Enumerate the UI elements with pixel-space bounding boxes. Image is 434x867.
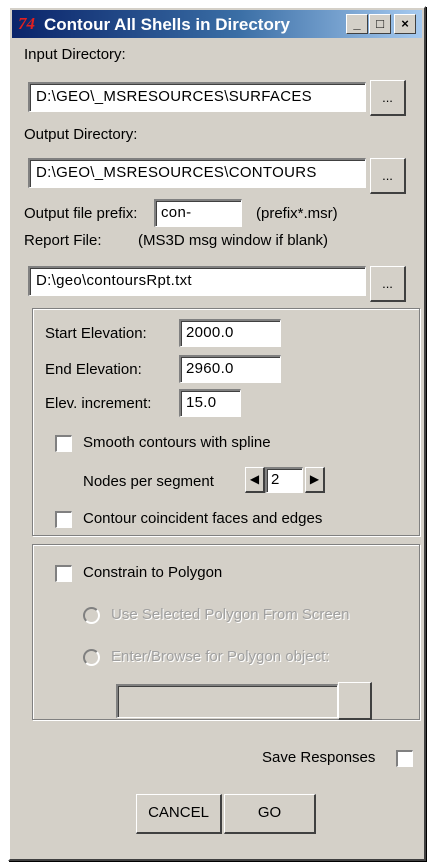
end-elevation-label: End Elevation: [45,361,142,378]
use-selected-polygon-label: Use Selected Polygon From Screen [111,606,350,623]
elevation-increment-field[interactable]: 15.0 [179,389,241,417]
coincident-faces-label: Contour coincident faces and edges [83,510,323,527]
browse-polygon-label: Enter/Browse for Polygon object: [111,648,330,665]
report-file-field[interactable]: D:\geo\contoursRpt.txt [28,266,366,296]
elevation-group: Start Elevation: 2000.0 End Elevation: 2… [32,308,420,536]
app-icon: 74 [18,14,35,33]
output-directory-field[interactable]: D:\GEO\_MSRESOURCES\CONTOURS [28,158,366,188]
constrain-polygon-checkbox[interactable] [55,565,72,582]
output-prefix-label: Output file prefix: [24,205,138,222]
output-directory-label: Output Directory: [24,126,138,143]
cancel-button[interactable]: CANCEL [136,794,222,834]
save-responses-checkbox[interactable] [396,750,413,767]
report-file-label: Report File: [24,232,102,249]
save-responses-label: Save Responses [262,749,376,766]
constrain-polygon-label: Constrain to Polygon [83,564,223,581]
close-button[interactable]: × [394,14,416,34]
start-elevation-field[interactable]: 2000.0 [179,319,281,347]
report-file-browse-button[interactable]: ... [370,266,406,302]
nodes-per-segment-field[interactable]: 2 [265,467,303,493]
nodes-increment-button[interactable]: ▶ [305,467,325,493]
polygon-object-field[interactable] [116,684,338,718]
nodes-decrement-button[interactable]: ◀ [245,467,265,493]
input-directory-browse-button[interactable]: ... [370,80,406,116]
nodes-per-segment-label: Nodes per segment [83,473,214,490]
prefix-hint: (prefix*.msr) [256,205,338,222]
elevation-increment-label: Elev. increment: [45,395,152,412]
coincident-faces-checkbox[interactable] [55,511,72,528]
arrow-right-icon: ▶ [309,472,320,486]
title-bar[interactable]: 74 Contour All Shells in Directory _ □ × [12,10,422,38]
arrow-left-icon: ◀ [249,472,260,486]
polygon-browse-button[interactable] [338,682,372,720]
minimize-button[interactable]: _ [346,14,368,34]
go-button[interactable]: GO [224,794,316,834]
output-directory-browse-button[interactable]: ... [370,158,406,194]
input-directory-field[interactable]: D:\GEO\_MSRESOURCES\SURFACES [28,82,366,112]
start-elevation-label: Start Elevation: [45,325,147,342]
smooth-spline-checkbox[interactable] [55,435,72,452]
use-selected-polygon-radio[interactable] [83,607,100,624]
window-title: Contour All Shells in Directory [44,15,290,34]
smooth-spline-label: Smooth contours with spline [83,434,271,451]
report-file-hint: (MS3D msg window if blank) [138,232,329,249]
output-prefix-field[interactable]: con- [154,199,242,227]
browse-polygon-radio[interactable] [83,649,100,666]
dialog-window: 74 Contour All Shells in Directory _ □ ×… [8,6,426,861]
maximize-button[interactable]: □ [369,14,391,34]
input-directory-label: Input Directory: [24,46,126,63]
end-elevation-field[interactable]: 2960.0 [179,355,281,383]
